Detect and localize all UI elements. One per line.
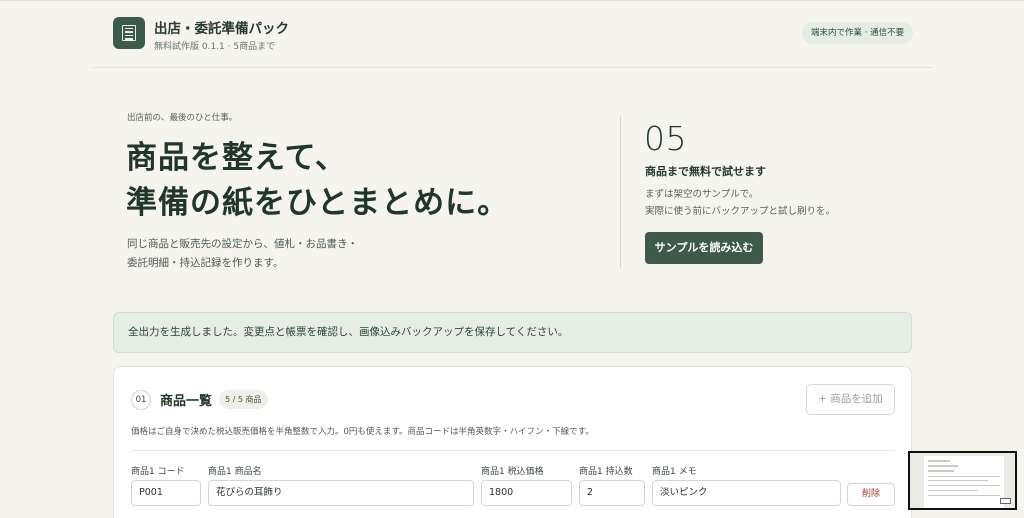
product-count-badge: 5 / 5 商品 [219,390,268,409]
product-memo-input[interactable]: 淡いピンク [652,480,841,506]
hero-desc-line2: 委託明細・持込記録を作ります。 [127,257,284,269]
product-code-label: 商品1 コード [131,467,185,477]
delete-product-button[interactable]: 削除 [847,483,895,506]
product-name-label: 商品1 商品名 [208,467,262,477]
success-notice: 全出力を生成しました。変更点と帳票を確認し、画像込みバックアップを保存してくださ… [113,312,912,353]
free-trial-description: まずは架空のサンプルで。 実際に使う前にバックアップと試し刷りを。 [645,187,835,220]
minimap-viewport[interactable] [1000,498,1011,504]
hero-divider [620,116,621,268]
load-sample-button[interactable]: サンプルを読み込む [645,232,763,264]
product-name-input[interactable]: 花びらの耳飾り [208,480,474,506]
product-price-input[interactable]: 1800 [481,480,572,506]
product-qty-input[interactable]: 2 [579,480,645,506]
add-product-button[interactable]: + 商品を追加 [806,384,895,415]
hero-title-line2: 準備の紙をひとまとめに。 [126,185,510,221]
product-price-label: 商品1 税込価格 [481,467,544,477]
free-product-count: 05 [644,119,687,158]
product-memo-label: 商品1 メモ [652,467,697,477]
free-trial-label: 商品まで無料で試せます [645,165,766,178]
product-qty-label: 商品1 持込数 [579,467,633,477]
trial-desc-line2: 実際に使う前にバックアップと試し刷りを。 [645,205,836,217]
card-divider [131,450,895,451]
app-header: 出店・委託準備パック 無料試作版 0.1.1 · 5商品まで 端末内で作業 · … [93,0,932,68]
trial-desc-line1: まずは架空のサンプルで。 [645,189,759,200]
hero-desc-line1: 同じ商品と販売先の設定から、値札・お品書き・ [127,238,358,250]
app-title: 出店・委託準備パック [154,21,289,37]
minimap-page [924,456,1004,508]
hero-title: 商品を整えて、 準備の紙をひとまとめに。 [126,136,509,226]
product-list-card: 01 商品一覧 5 / 5 商品 + 商品を追加 価格はご自身で決めた税込販売価… [113,366,912,518]
status-badge: 端末内で作業 · 通信不要 [802,22,914,44]
step-number: 01 [131,390,151,410]
product-list-description: 価格はご自身で決めた税込販売価格を半角整数で入力。0円も使えます。商品コードは半… [131,427,594,437]
product-list-title: 商品一覧 [160,394,213,409]
hero-eyebrow: 出店前の、最後のひと仕事。 [127,113,238,123]
page-minimap[interactable] [908,451,1017,510]
app-version: 無料試作版 0.1.1 · 5商品まで [154,42,276,52]
product-code-input[interactable]: P001 [131,480,201,506]
document-list-icon [113,17,145,49]
hero-title-line1: 商品を整えて、 [126,140,347,176]
hero-description: 同じ商品と販売先の設定から、値札・お品書き・ 委託明細・持込記録を作ります。 [127,235,358,273]
